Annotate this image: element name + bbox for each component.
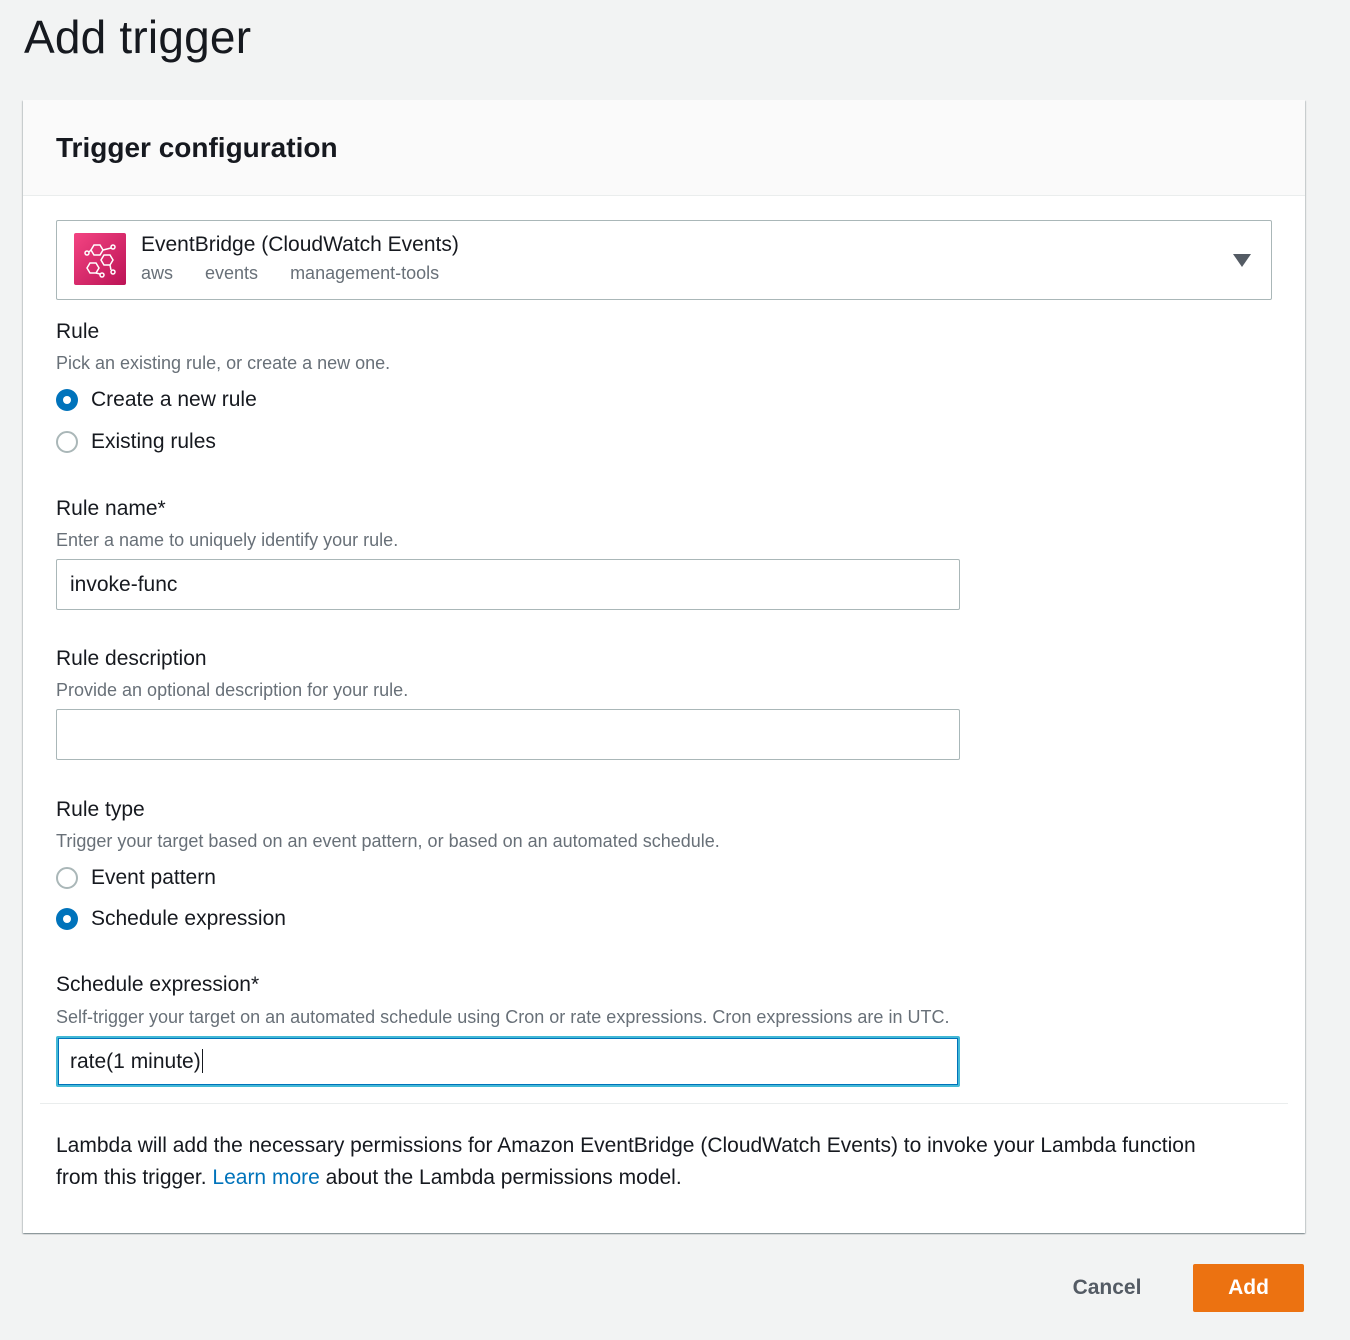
rule-name-description: Enter a name to uniquely identify your r… [56, 530, 399, 550]
tag-events: events [205, 263, 259, 283]
schedule-expression-input[interactable]: rate(1 minute) [56, 1036, 960, 1087]
radio-label: Create a new rule [91, 388, 257, 411]
page-title: Add trigger [24, 11, 252, 63]
radio-event-pattern[interactable]: Event pattern [56, 864, 216, 892]
cancel-button[interactable]: Cancel [1052, 1265, 1162, 1311]
learn-more-link[interactable]: Learn more [212, 1166, 319, 1189]
trigger-source-select[interactable]: EventBridge (CloudWatch Events) aws even… [56, 220, 1272, 300]
radio-button-checked[interactable] [56, 908, 78, 930]
panel-header: Trigger configuration [23, 100, 1305, 196]
trigger-configuration-panel: Trigger configuration EventBridge (Cloud… [23, 100, 1305, 1233]
rule-description-label: Rule description [56, 647, 207, 670]
radio-button-checked[interactable] [56, 389, 78, 411]
rule-type-label: Rule type [56, 798, 145, 821]
rule-description-input[interactable] [56, 709, 960, 760]
tag-management-tools: management-tools [290, 263, 440, 283]
radio-label: Event pattern [91, 866, 216, 889]
schedule-expression-description: Self-trigger your target on an automated… [56, 1007, 950, 1027]
rule-name-label: Rule name* [56, 497, 166, 520]
radio-schedule-expression[interactable]: Schedule expression [56, 905, 286, 933]
divider [40, 1103, 1288, 1104]
radio-button[interactable] [56, 867, 78, 889]
schedule-expression-label: Schedule expression* [56, 973, 260, 996]
rule-description-text: Pick an existing rule, or create a new o… [56, 353, 391, 373]
rule-type-description: Trigger your target based on an event pa… [56, 831, 720, 851]
caret-down-icon [1233, 254, 1251, 267]
text-cursor [201, 1048, 203, 1073]
rule-label: Rule [56, 320, 100, 343]
trigger-source-name: EventBridge (CloudWatch Events) [141, 233, 459, 256]
rule-name-input[interactable]: invoke-func [56, 559, 960, 610]
permissions-note-text-after: about the Lambda permissions model. [325, 1166, 682, 1189]
radio-create-new-rule[interactable]: Create a new rule [56, 386, 257, 414]
trigger-source-tags: aws events management-tools [141, 263, 439, 284]
permissions-note: Lambda will add the necessary permission… [56, 1130, 1236, 1194]
radio-label: Schedule expression [91, 907, 286, 930]
tag-aws: aws [141, 263, 174, 283]
radio-existing-rules[interactable]: Existing rules [56, 428, 216, 456]
add-button[interactable]: Add [1193, 1264, 1304, 1312]
radio-button[interactable] [56, 431, 78, 453]
eventbridge-icon [74, 233, 126, 285]
rule-description-help: Provide an optional description for your… [56, 680, 409, 700]
schedule-expression-value: rate(1 minute) [70, 1050, 201, 1073]
radio-label: Existing rules [91, 430, 216, 453]
panel-title: Trigger configuration [56, 132, 338, 163]
